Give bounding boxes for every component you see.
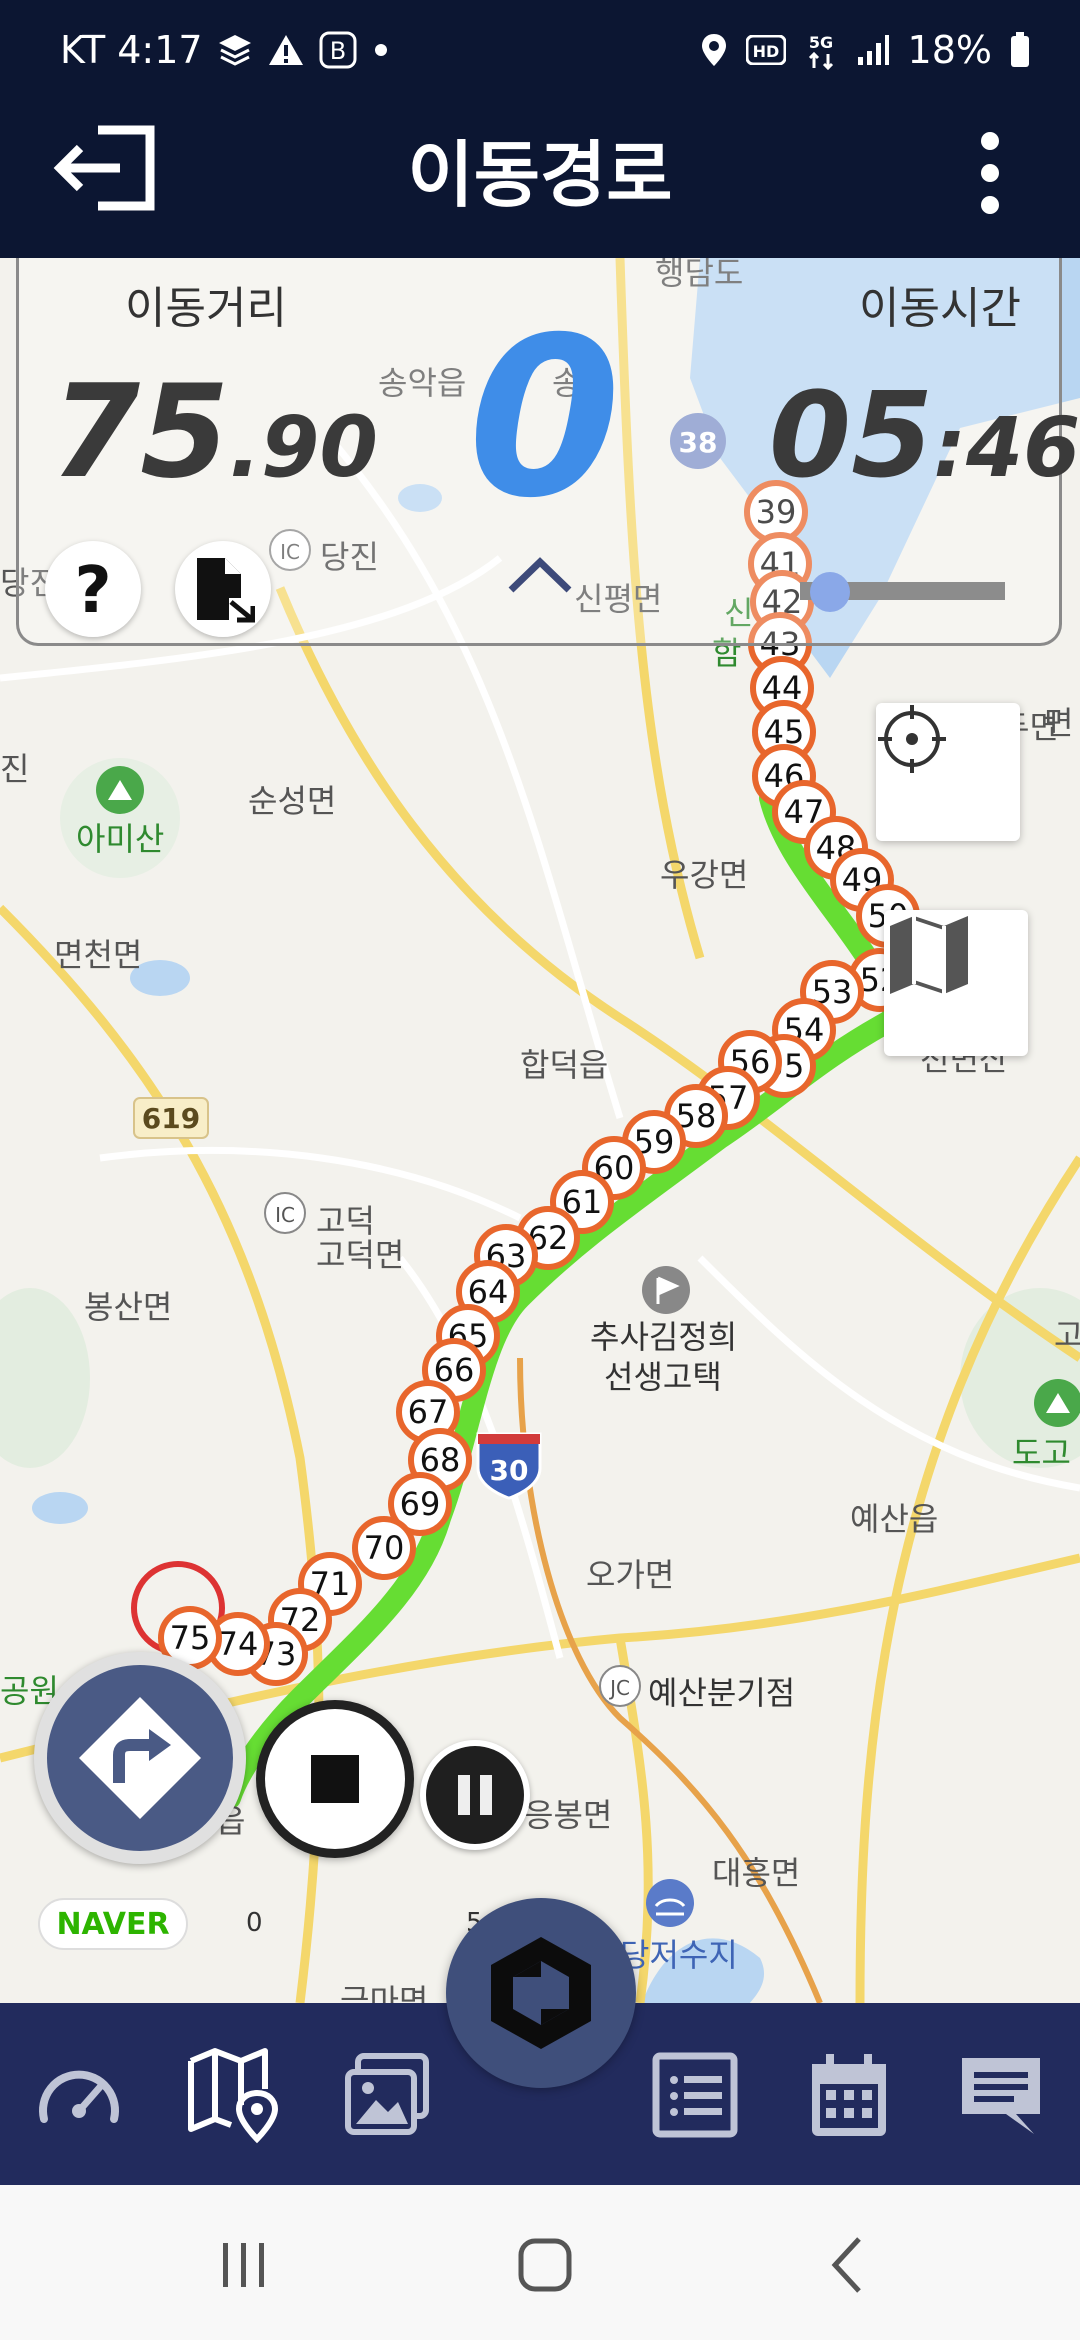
list-icon (652, 2052, 738, 2138)
place-label: 응봉면 (524, 1796, 613, 1834)
pause-icon (426, 1746, 524, 1844)
layers-icon (217, 33, 253, 67)
tab-route-map[interactable] (178, 2040, 288, 2150)
place-label: 예산읍 (850, 1500, 939, 1538)
place-label: 봉산면 (84, 1288, 173, 1326)
hd-icon: HD (745, 35, 786, 65)
navigate-button[interactable] (34, 1652, 246, 1864)
help-icon: ? (74, 554, 111, 624)
playback-slider-knob[interactable] (810, 572, 850, 612)
place-label: 진 (0, 750, 30, 788)
speed-value: 0 (468, 290, 622, 546)
place-label: 순성면 (248, 782, 337, 820)
system-navigation-bar (0, 2185, 1080, 2340)
time-sec: :46 (933, 401, 1080, 496)
distance-value: 75.90 (51, 358, 378, 507)
message-icon (962, 2058, 1040, 2134)
tab-dashboard[interactable] (24, 2040, 134, 2150)
b-icon: B (319, 31, 357, 69)
help-button[interactable]: ? (45, 541, 141, 637)
collapse-panel-button[interactable] (505, 550, 575, 600)
location-icon (700, 32, 728, 68)
pause-bar-left (458, 1775, 470, 1815)
battery-icon (1010, 32, 1030, 68)
recent-apps-button[interactable] (198, 2225, 288, 2305)
time-value: 05:46 (769, 366, 1080, 504)
turn-right-icon (79, 1697, 201, 1819)
crosshair-icon (878, 705, 946, 773)
time-main: 05 (769, 366, 934, 504)
map-pin-icon (188, 2048, 279, 2144)
jc-badge: JC (608, 1676, 630, 1700)
recent-apps-icon (223, 2243, 264, 2287)
map-icon (890, 916, 968, 994)
home-icon (518, 2238, 572, 2292)
road-badge-619: 619 (142, 1102, 200, 1135)
stop-button-inner (265, 1709, 405, 1849)
tab-messages[interactable] (946, 2040, 1056, 2150)
place-label: 대흥면 (712, 1854, 801, 1892)
time-label: 이동시간 (859, 283, 1021, 334)
place-label: 고 (1054, 1316, 1080, 1354)
place-label: 면천면 (54, 936, 143, 974)
pause-button[interactable] (420, 1740, 530, 1850)
place-label: 우강면 (660, 856, 749, 894)
distance-dec: .90 (229, 398, 378, 496)
export-file-button[interactable] (175, 541, 271, 637)
page-title: 이동경로 (407, 132, 673, 217)
app-header: 이동경로 (0, 78, 1080, 258)
screen: KT 4:17 B HD 5G 18% 이동경로 38 619 30 IC IC… (0, 0, 1080, 2340)
tab-calendar[interactable] (794, 2040, 904, 2150)
back-button[interactable] (802, 2225, 892, 2305)
distance-int: 75 (51, 358, 230, 507)
tab-list[interactable] (640, 2040, 750, 2150)
place-label: 도고 (1012, 1434, 1071, 1472)
stop-icon (311, 1755, 359, 1803)
distance-label: 이동거리 (125, 283, 287, 334)
place-label: 오가면 (586, 1556, 675, 1594)
5g-icon: 5G (804, 30, 838, 70)
svg-text:B: B (329, 37, 345, 65)
battery-text: 18% (907, 28, 992, 72)
place-label: 금마면 (340, 1982, 429, 2003)
back-icon (831, 2237, 861, 2293)
gallery-icon (345, 2053, 429, 2135)
signal-icon (856, 33, 890, 67)
navigate-button-inner (47, 1665, 233, 1851)
chevron-up-icon (508, 557, 572, 593)
status-bar: KT 4:17 B HD 5G 18% (0, 0, 1080, 78)
place-label: 고덕면 (316, 1236, 405, 1274)
dot-icon (371, 40, 391, 60)
svg-text:5G: 5G (808, 33, 832, 52)
tab-gallery[interactable] (332, 2040, 442, 2150)
carrier-time: KT 4:17 (60, 28, 203, 72)
place-label: 예산분기점 (648, 1674, 796, 1712)
road-badge-30: 30 (490, 1454, 529, 1487)
more-vertical-icon (981, 132, 999, 214)
map-scale-start: 0 (246, 1908, 263, 1938)
pause-bar-right (480, 1775, 492, 1815)
stop-button[interactable] (256, 1700, 414, 1858)
naver-logo: NAVER (38, 1898, 188, 1950)
ic-badge-2: IC (275, 1203, 295, 1227)
place-label: 당저수지 (620, 1936, 738, 1974)
app-logo-icon (491, 1937, 591, 2049)
app-home-button[interactable] (446, 1898, 636, 2088)
locate-button[interactable] (876, 703, 1020, 841)
warning-icon (267, 33, 305, 67)
place-label: 합덕읍 (520, 1046, 609, 1084)
file-export-icon (197, 558, 255, 623)
place-label: 아미산 (76, 820, 165, 858)
svg-text:?: ? (74, 554, 111, 624)
speedometer-icon (39, 2070, 119, 2123)
more-menu-button[interactable] (950, 123, 1030, 223)
place-label: 선생고택 (604, 1358, 722, 1396)
map-type-button[interactable] (884, 910, 1028, 1056)
home-button[interactable] (500, 2225, 590, 2305)
svg-text:HD: HD (752, 42, 779, 61)
calendar-icon (812, 2054, 886, 2136)
route-marker[interactable]: 70 (352, 1516, 416, 1580)
